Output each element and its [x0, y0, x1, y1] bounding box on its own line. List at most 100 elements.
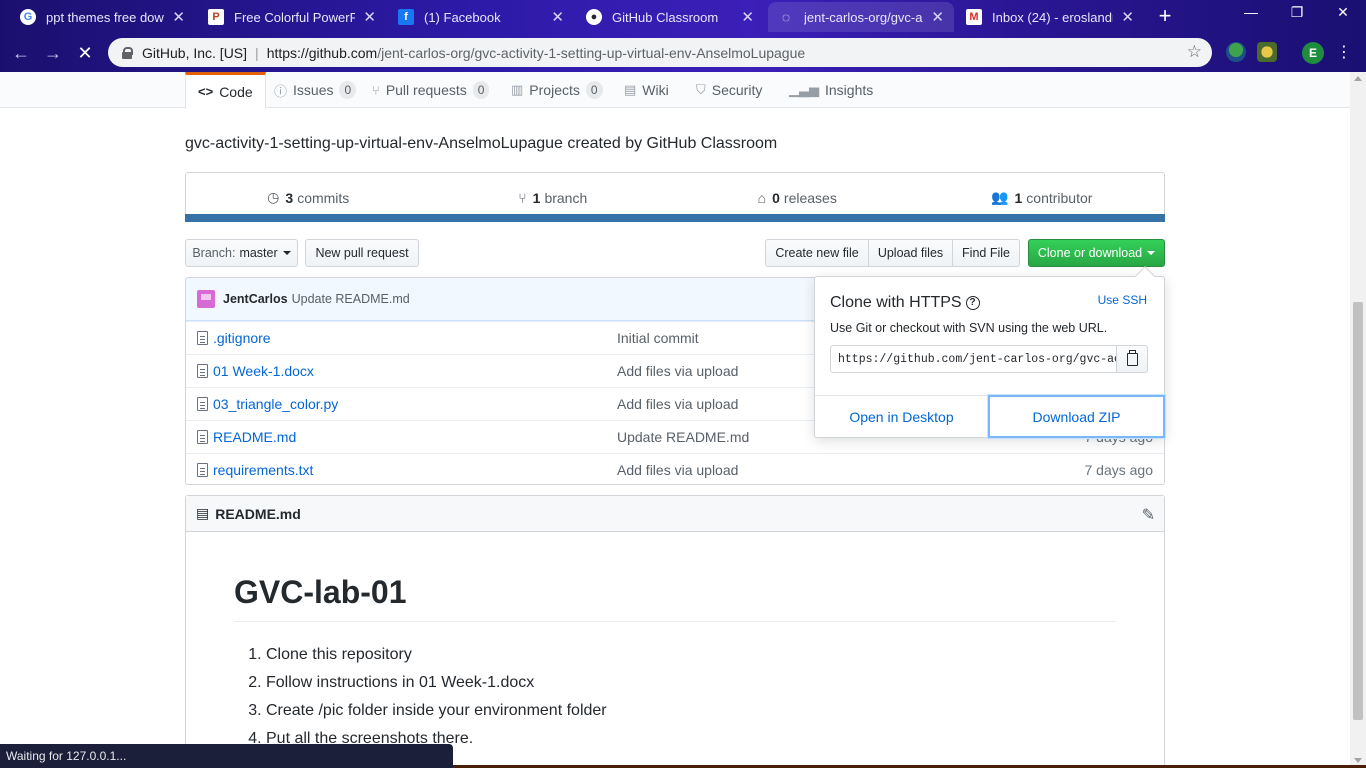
tab-facebook[interactable]: f (1) Facebook ✕	[388, 2, 574, 32]
clone-or-download-button[interactable]: Clone or download	[1028, 239, 1165, 267]
create-new-file-button[interactable]: Create new file	[765, 239, 869, 267]
table-row: requirements.txt Add files via upload 7 …	[186, 453, 1164, 484]
extension-icon[interactable]	[1226, 42, 1246, 62]
menu-kebab-icon[interactable]: ⋮	[1336, 42, 1352, 62]
file-name-link[interactable]: README.md	[213, 429, 296, 445]
find-file-button[interactable]: Find File	[952, 239, 1020, 267]
file-commit-message[interactable]: Add files via upload	[617, 462, 738, 478]
tab-gmail[interactable]: M Inbox (24) - eroslandra ✕	[956, 2, 1144, 32]
file-name-link[interactable]: 01 Week-1.docx	[213, 363, 314, 379]
close-tab-icon[interactable]: ✕	[551, 8, 564, 26]
forward-icon[interactable]: →	[40, 40, 66, 66]
issue-icon: ⓘ	[274, 83, 288, 99]
address-bar[interactable]: GitHub, Inc. [US] | https://github.com/j…	[108, 38, 1212, 67]
repo-nav: <> Code ⓘ Issues 0 ⑂ Pull requests 0 ▥ P…	[0, 72, 1350, 109]
tab-projects[interactable]: ▥ Projects 0	[499, 72, 615, 108]
tab-github-classroom[interactable]: ● GitHub Classroom ✕	[576, 2, 764, 32]
new-pull-request-button[interactable]: New pull request	[305, 239, 419, 267]
clone-url-input[interactable]	[830, 345, 1132, 373]
pencil-icon[interactable]: ✎	[1142, 505, 1155, 525]
file-commit-message[interactable]: Initial commit	[617, 330, 699, 346]
list-item: Follow instructions in 01 Week-1.docx	[266, 669, 607, 697]
history-icon: ◷	[267, 189, 280, 205]
scroll-down-icon[interactable]	[1354, 758, 1362, 763]
file-name-link[interactable]: .gitignore	[213, 330, 271, 346]
list-item: Create /pic folder inside your environme…	[266, 697, 607, 725]
tab-active-repo[interactable]: ◌ jent-carlos-org/gvc-act ✕	[768, 2, 954, 32]
profile-avatar[interactable]: E	[1302, 42, 1324, 64]
file-commit-message[interactable]: Add files via upload	[617, 396, 738, 412]
tab-pull-requests[interactable]: ⑂ Pull requests 0	[360, 72, 501, 108]
download-zip-button[interactable]: Download ZIP	[988, 395, 1165, 438]
scroll-up-icon[interactable]	[1354, 76, 1362, 81]
tab-insights[interactable]: ▁▃▅ Insights	[777, 72, 885, 108]
commit-author[interactable]: JentCarlos	[223, 292, 288, 306]
open-in-desktop-button[interactable]: Open in Desktop	[815, 396, 988, 438]
lock-icon	[122, 46, 133, 59]
code-icon: <>	[198, 84, 214, 99]
divider	[234, 621, 1116, 622]
pull-request-icon: ⑂	[372, 82, 380, 98]
close-window-icon[interactable]: ✕	[1328, 4, 1358, 21]
close-tab-icon[interactable]: ✕	[931, 8, 944, 26]
copy-url-button[interactable]	[1116, 345, 1148, 373]
tab-security[interactable]: ⛉ Security	[684, 72, 774, 108]
bookmark-star-icon[interactable]: ☆	[1187, 42, 1202, 62]
loading-icon: ◌	[781, 9, 791, 25]
graph-icon: ▁▃▅	[789, 82, 819, 97]
commit-message[interactable]: Update README.md	[292, 292, 410, 306]
scrollbar[interactable]	[1350, 72, 1366, 768]
people-icon: 👥	[991, 189, 1009, 205]
language-bar[interactable]	[185, 214, 1165, 222]
clipboard-icon	[1126, 349, 1138, 366]
site-identity: GitHub, Inc. [US]	[142, 44, 248, 61]
file-commit-message[interactable]: Add files via upload	[617, 363, 738, 379]
new-tab-button[interactable]: +	[1152, 4, 1178, 30]
branch-select-button[interactable]: Branch: master	[185, 239, 298, 267]
avatar[interactable]	[197, 290, 215, 308]
tab-code[interactable]: <> Code	[185, 72, 266, 109]
gmail-icon: M	[966, 9, 982, 25]
tag-icon: ⌂	[757, 189, 767, 206]
file-name-link[interactable]: requirements.txt	[213, 462, 313, 478]
file-icon	[197, 364, 208, 378]
help-icon[interactable]: ?	[965, 295, 980, 310]
scrollbar-thumb[interactable]	[1353, 302, 1363, 720]
facebook-icon: f	[398, 9, 414, 25]
repo-description: gvc-activity-1-setting-up-virtual-env-An…	[185, 135, 778, 152]
pulls-counter: 0	[472, 81, 490, 99]
clone-hint: Use Git or checkout with SVN using the w…	[830, 321, 1108, 335]
close-tab-icon[interactable]: ✕	[172, 8, 185, 26]
status-bubble: Waiting for 127.0.0.1...	[0, 744, 453, 768]
file-commit-message[interactable]: Update README.md	[617, 429, 749, 445]
caret-down-icon	[1147, 251, 1156, 255]
maximize-icon[interactable]: ❐	[1282, 4, 1312, 21]
stop-loading-icon[interactable]: ✕	[72, 40, 98, 66]
use-ssh-link[interactable]: Use SSH	[1098, 293, 1147, 307]
clone-dropdown: Clone with HTTPS? Use SSH Use Git or che…	[814, 266, 1165, 438]
tab-powerpoint[interactable]: P Free Colorful PowerPoi ✕	[198, 2, 386, 32]
back-icon[interactable]: ←	[8, 40, 34, 66]
file-name-link[interactable]: 03_triangle_color.py	[213, 396, 338, 412]
caret-down-icon	[282, 251, 291, 255]
close-tab-icon[interactable]: ✕	[1121, 8, 1134, 26]
file-icon	[197, 430, 208, 444]
browser-chrome: G ppt themes free downlo ✕ P Free Colorf…	[0, 0, 1366, 72]
list-item: Clone this repository	[266, 641, 607, 669]
url-path: /jent-carlos-org/gvc-activity-1-setting-…	[377, 44, 806, 61]
powerpoint-icon: P	[208, 9, 224, 25]
upload-files-button[interactable]: Upload files	[868, 239, 953, 267]
readme-header: ▤ README.md ✎	[186, 496, 1164, 532]
file-icon	[197, 331, 208, 345]
readme-panel: ▤ README.md ✎ GVC-lab-01 Clone this repo…	[185, 495, 1165, 768]
close-tab-icon[interactable]: ✕	[741, 8, 754, 26]
tab-wiki[interactable]: ▤ Wiki	[612, 72, 681, 108]
tab-google[interactable]: G ppt themes free downlo ✕	[10, 2, 195, 32]
file-icon	[197, 397, 208, 411]
close-tab-icon[interactable]: ✕	[363, 8, 376, 26]
tab-issues[interactable]: ⓘ Issues 0	[262, 72, 368, 108]
extension-icon[interactable]	[1257, 42, 1277, 62]
book-icon: ▤	[196, 505, 210, 521]
google-icon: G	[20, 9, 36, 25]
minimize-icon[interactable]: —	[1236, 4, 1266, 20]
